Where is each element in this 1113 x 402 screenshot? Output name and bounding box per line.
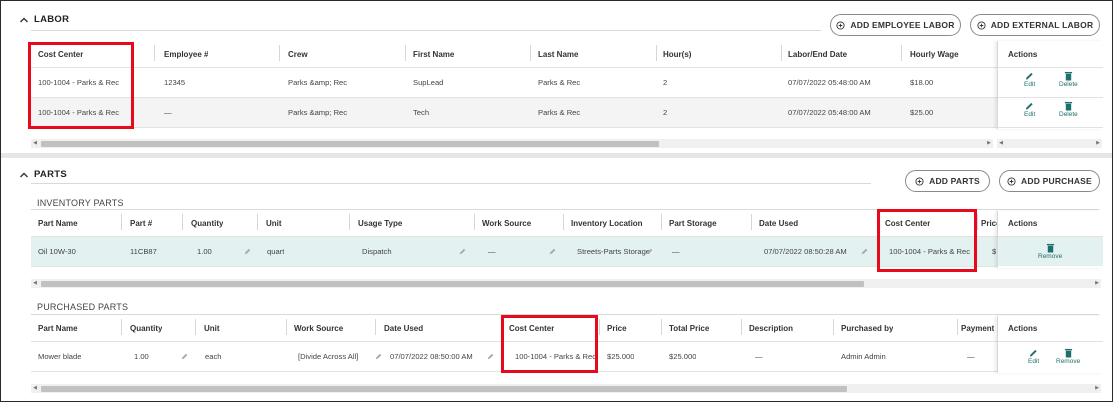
remove-button[interactable]: Remove	[1056, 348, 1080, 365]
scroll-right-icon[interactable]: ▶	[1093, 384, 1101, 393]
pur-col-part-name[interactable]: Part Name	[38, 324, 78, 333]
cell-cost-center[interactable]: 100-1004 - Parks & Rec	[515, 352, 596, 361]
scrollbar-thumb[interactable]	[41, 386, 847, 392]
column-divider	[121, 319, 122, 335]
purchased-actions-header: Actions	[1008, 324, 1038, 333]
column-divider	[661, 319, 662, 335]
purchased-actions-panel: Actions Edit Remove	[997, 316, 1103, 373]
column-divider	[741, 319, 742, 335]
cell-unit: each	[205, 352, 222, 361]
pencil-icon	[1029, 349, 1037, 357]
row-divider	[31, 371, 997, 372]
pencil-icon[interactable]	[375, 353, 382, 360]
cell-payment: —	[967, 352, 975, 361]
column-divider	[599, 319, 600, 335]
cell-price: $25.000	[607, 352, 635, 361]
cell-quantity[interactable]: 1.00	[134, 352, 149, 361]
pur-col-date-used[interactable]: Date Used	[384, 324, 423, 333]
row-divider	[998, 341, 1103, 342]
cell-description: —	[755, 352, 763, 361]
column-divider	[501, 319, 502, 335]
column-divider	[375, 319, 376, 335]
pur-col-work-source[interactable]: Work Source	[294, 324, 343, 333]
purchased-horizontal-scrollbar[interactable]: ◀ ▶	[31, 384, 1101, 393]
trash-icon	[1064, 348, 1072, 358]
cell-part-name: Mower blade	[38, 352, 82, 361]
pur-col-price[interactable]: Price	[607, 324, 627, 333]
pur-col-cost-center[interactable]: Cost Center	[509, 324, 554, 333]
scroll-left-icon[interactable]: ◀	[31, 384, 39, 393]
remove-label: Remove	[1056, 358, 1081, 365]
cell-date-used[interactable]: 07/07/2022 08:50:00 AM	[390, 352, 473, 361]
pur-col-payment[interactable]: Payment	[961, 324, 994, 333]
pur-col-total-price[interactable]: Total Price	[669, 324, 709, 333]
pencil-icon[interactable]	[181, 353, 188, 360]
pencil-icon[interactable]	[487, 353, 494, 360]
work-order-panel: LABOR ADD EMPLOYEE LABOR ADD EXTERNAL LA…	[0, 0, 1113, 402]
pur-col-quantity[interactable]: Quantity	[130, 324, 162, 333]
pur-col-description[interactable]: Description	[749, 324, 793, 333]
column-divider	[195, 319, 196, 335]
purchased-parts-table: Part Name Quantity Unit Work Source Date…	[1, 1, 1112, 401]
cell-work-source[interactable]: [Divide Across All]	[298, 352, 358, 361]
cell-total-price: $25.000	[669, 352, 697, 361]
edit-label: Edit	[1028, 358, 1040, 365]
edit-button[interactable]: Edit	[1028, 348, 1039, 365]
pur-col-purchased-by[interactable]: Purchased by	[841, 324, 893, 333]
column-divider	[833, 319, 834, 335]
cell-purchased-by: Admin Admin	[841, 352, 886, 361]
pur-col-unit[interactable]: Unit	[204, 324, 220, 333]
column-divider	[286, 319, 287, 335]
column-divider	[957, 319, 958, 335]
